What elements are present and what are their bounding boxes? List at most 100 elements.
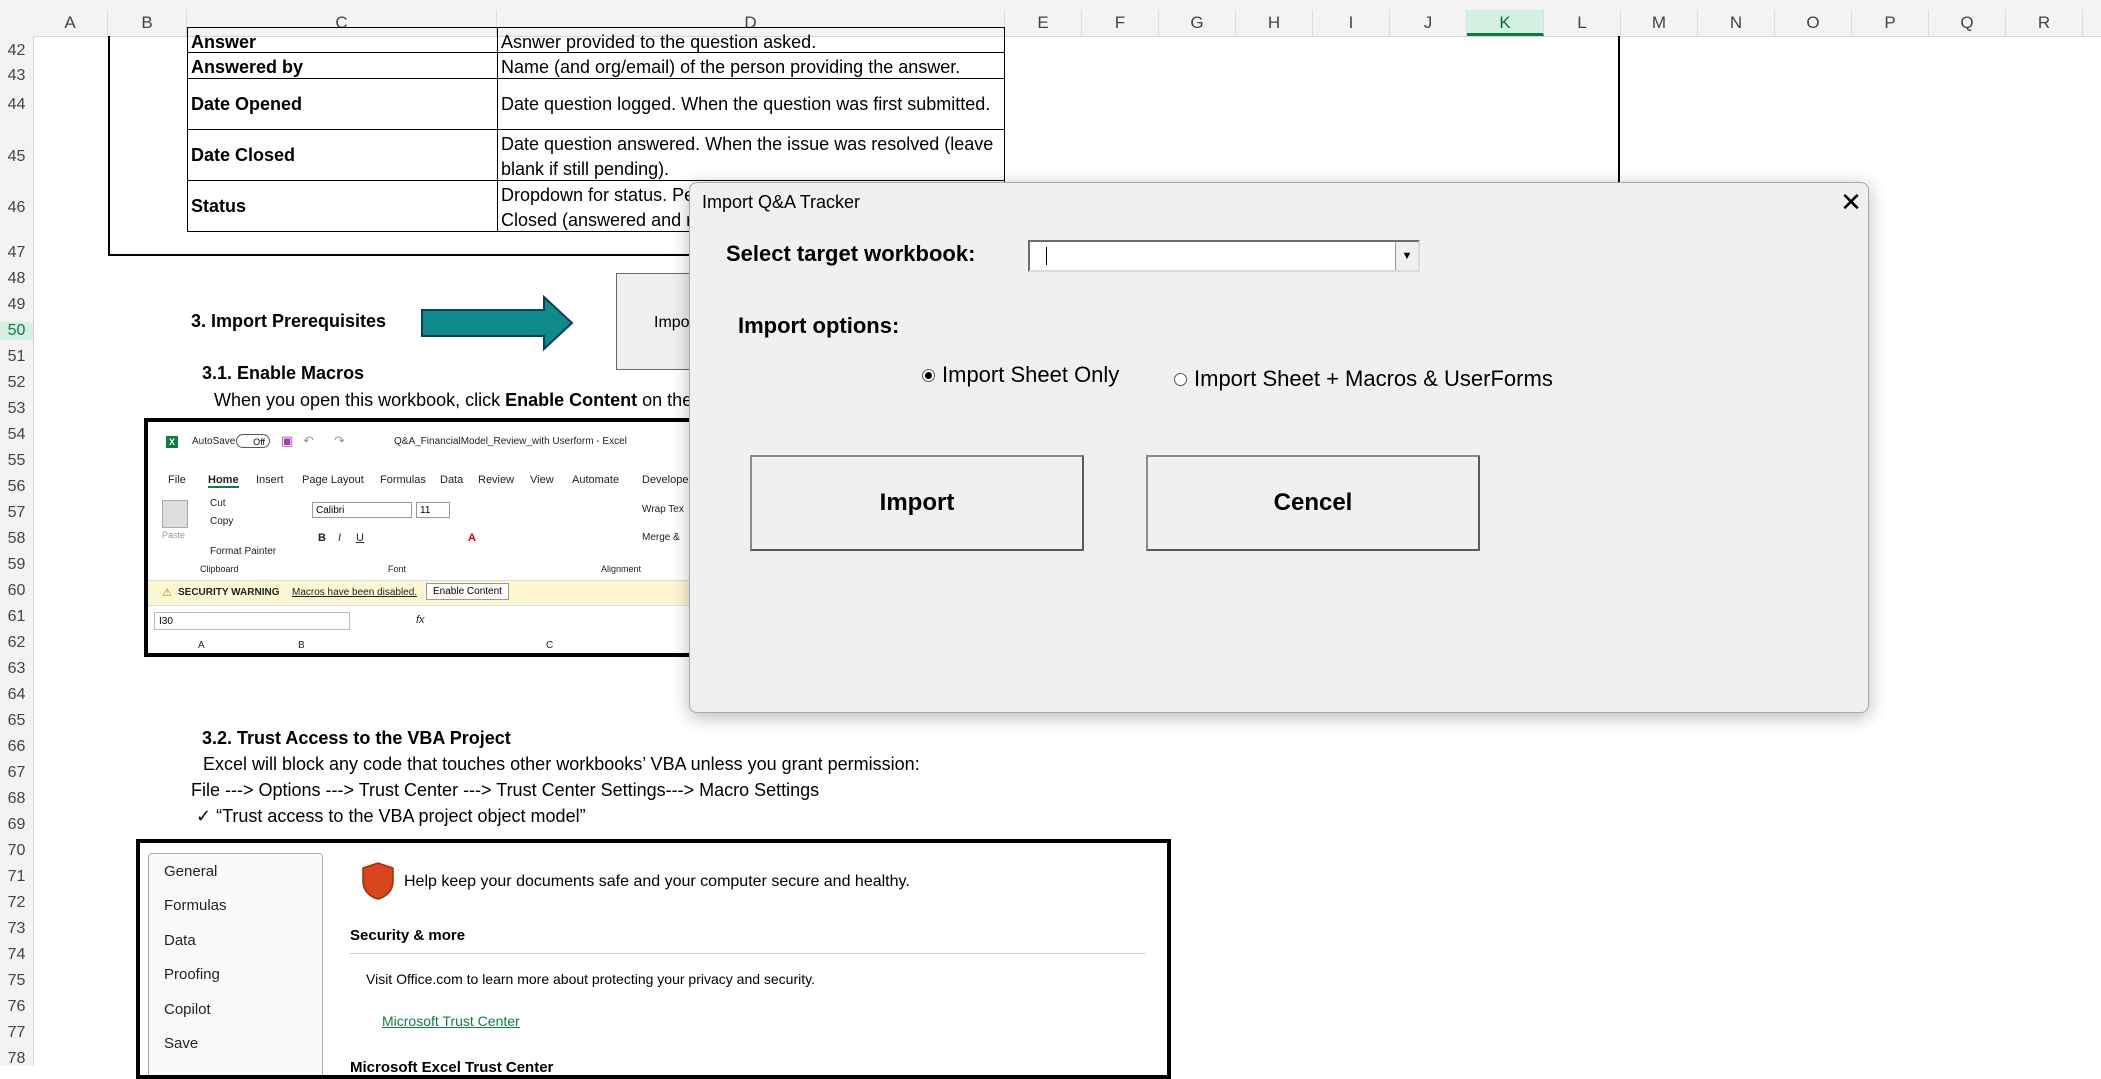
def-field-answer[interactable]: Answer [187, 27, 498, 53]
option-sheet-only-radio[interactable] [922, 369, 935, 382]
column-header-r[interactable]: R [2006, 10, 2083, 36]
option-sheet-only-label[interactable]: Import Sheet Only [942, 362, 1119, 388]
row-header-77[interactable]: 77 [0, 1024, 33, 1042]
column-header-p[interactable]: P [1852, 10, 1929, 36]
row-header-66[interactable]: 66 [0, 738, 33, 756]
workbook-select[interactable]: ▼ [1028, 240, 1420, 272]
column-header-j[interactable]: J [1390, 10, 1467, 36]
nav-item-formulas: Formulas [164, 897, 227, 914]
import-launch-button-label: Impo [654, 314, 690, 331]
ribbon-tab-insert: Insert [256, 474, 284, 486]
row-header-67[interactable]: 67 [0, 764, 33, 782]
sub2-title: 3.2. Trust Access to the VBA Project [202, 728, 511, 748]
row-header-58[interactable]: 58 [0, 530, 33, 548]
trust-section-security: Security & more [350, 927, 466, 944]
row-header-51[interactable]: 51 [0, 348, 33, 366]
column-header-a[interactable]: A [33, 10, 108, 36]
row-header-47[interactable]: 47 [0, 244, 33, 262]
row-header-52[interactable]: 52 [0, 374, 33, 392]
column-header-e[interactable]: E [1005, 10, 1082, 36]
column-header-k[interactable]: K [1467, 10, 1544, 36]
trust-section-excel: Microsoft Excel Trust Center [350, 1059, 554, 1076]
wrap-text-label: Wrap Tex [642, 504, 684, 515]
row-header-50[interactable]: 50 [0, 322, 33, 340]
row-header-70[interactable]: 70 [0, 842, 33, 860]
row-header-48[interactable]: 48 [0, 270, 33, 288]
row-header-59[interactable]: 59 [0, 556, 33, 574]
row-header-74[interactable]: 74 [0, 946, 33, 964]
autosave-label: AutoSave [192, 436, 236, 447]
row-header-43[interactable]: 43 [0, 67, 33, 85]
column-header-i[interactable]: I [1313, 10, 1390, 36]
option-sheet-macros-label[interactable]: Import Sheet + Macros & UserForms [1194, 366, 1553, 392]
column-header-g[interactable]: G [1159, 10, 1236, 36]
row-header-53[interactable]: 53 [0, 400, 33, 418]
column-header-o[interactable]: O [1775, 10, 1852, 36]
autosave-toggle: Off [236, 434, 270, 448]
row-header-73[interactable]: 73 [0, 920, 33, 938]
ribbon-tab-page-layout: Page Layout [302, 474, 364, 486]
column-header-f[interactable]: F [1082, 10, 1159, 36]
row-header-54[interactable]: 54 [0, 426, 33, 444]
row-header-57[interactable]: 57 [0, 504, 33, 522]
row-header-78[interactable]: 78 [0, 1050, 33, 1068]
row-header-76[interactable]: 76 [0, 998, 33, 1016]
def-field-date-opened[interactable]: Date Opened [187, 78, 498, 130]
sub1-title: 3.1. Enable Macros [202, 363, 365, 383]
row-header-64[interactable]: 64 [0, 686, 33, 704]
column-header-q[interactable]: Q [1929, 10, 2006, 36]
row-header-42[interactable]: 42 [0, 42, 33, 60]
column-header-n[interactable]: N [1698, 10, 1775, 36]
row-header-60[interactable]: 60 [0, 582, 33, 600]
column-header-m[interactable]: M [1621, 10, 1698, 36]
row-header-71[interactable]: 71 [0, 868, 33, 886]
def-desc-answer[interactable]: Asnwer provided to the question asked. [497, 27, 1005, 53]
def-desc-date-closed[interactable]: Date question answered. When the issue w… [497, 129, 1005, 181]
sub1-text-bold: Enable Content [505, 390, 638, 410]
font-color-icon: A [468, 532, 476, 544]
nav-item-general: General [164, 863, 218, 880]
sub2-line1: Excel will block any code that touches o… [203, 754, 920, 774]
enable-content-button: Enable Content [426, 583, 509, 600]
row-header-56[interactable]: 56 [0, 478, 33, 496]
row-header-49[interactable]: 49 [0, 296, 33, 314]
nav-item-proofing: Proofing [164, 966, 220, 983]
excel-filename: Q&A_FinancialModel_Review_with Userform … [394, 436, 627, 447]
nav-item-save: Save [164, 1035, 199, 1052]
def-field-date-closed[interactable]: Date Closed [187, 129, 498, 181]
row-header-55[interactable]: 55 [0, 452, 33, 470]
clipboard-group-label: Clipboard [200, 564, 239, 574]
row-header-61[interactable]: 61 [0, 608, 33, 626]
def-field-status[interactable]: Status [187, 180, 498, 232]
row-header-69[interactable]: 69 [0, 816, 33, 834]
row-header-65[interactable]: 65 [0, 712, 33, 730]
def-desc-answered-by[interactable]: Name (and org/email) of the person provi… [497, 52, 1005, 79]
copy-label: Copy [210, 516, 234, 527]
option-sheet-macros-radio[interactable] [1174, 373, 1187, 386]
chevron-down-icon[interactable]: ▼ [1395, 242, 1418, 270]
row-header-44[interactable]: 44 [0, 96, 33, 114]
import-button[interactable]: Import [750, 455, 1084, 551]
row-header-63[interactable]: 63 [0, 660, 33, 678]
bold-icon: B [318, 532, 326, 544]
cancel-button[interactable]: Cencel [1146, 455, 1480, 551]
row-header-45[interactable]: 45 [0, 148, 33, 166]
column-header-h[interactable]: H [1236, 10, 1313, 36]
sub2-line2: File ---> Options ---> Trust Center --->… [191, 780, 820, 800]
column-header-b[interactable]: B [108, 10, 187, 36]
row-header-68[interactable]: 68 [0, 790, 33, 808]
column-header-l[interactable]: L [1544, 10, 1621, 36]
row-header-46[interactable]: 46 [0, 199, 33, 217]
mini-col-b: B [298, 640, 305, 651]
mini-col-c: C [546, 640, 554, 651]
row-header-62[interactable]: 62 [0, 634, 33, 652]
def-desc-date-opened[interactable]: Date question logged. When the question … [497, 78, 1005, 130]
row-header-72[interactable]: 72 [0, 894, 33, 912]
font-size-box: 11 [416, 502, 450, 518]
trust-center-screenshot: General Formulas Data Proofing Copilot S… [136, 839, 1171, 1079]
trust-headline: Help keep your documents safe and your c… [404, 873, 910, 890]
def-field-answered-by[interactable]: Answered by [187, 52, 498, 79]
row-header-75[interactable]: 75 [0, 972, 33, 990]
close-icon[interactable]: ✕ [1838, 189, 1864, 215]
nav-item-data: Data [164, 932, 196, 949]
